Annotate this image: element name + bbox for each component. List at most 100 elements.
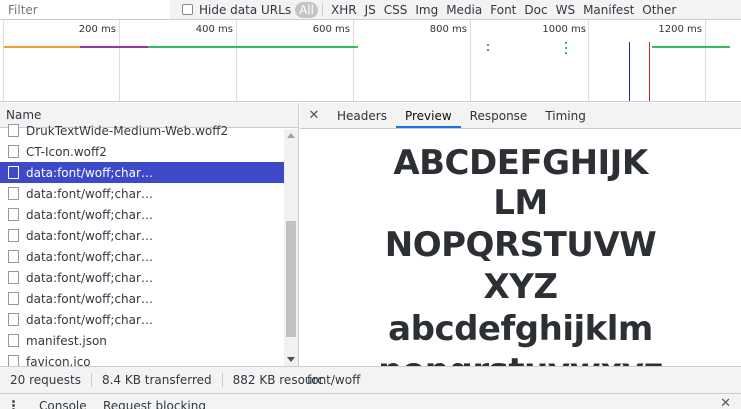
transferred-size: 8.4 KB transferred — [92, 373, 223, 387]
request-name: data:font/woff;char… — [26, 186, 153, 201]
request-row[interactable]: CT-Icon.woff2 — [0, 141, 285, 162]
type-filter-js[interactable]: JS — [361, 2, 380, 18]
request-name: DrukTextWide-Medium-Web.woff2 — [26, 123, 229, 138]
scroll-up-arrow-icon[interactable] — [287, 133, 295, 138]
file-icon — [8, 145, 19, 158]
filter-bar: Hide data URLs All XHR JS CSS Img Media … — [0, 0, 741, 20]
file-icon — [8, 292, 19, 305]
drawer-tab-request-blocking[interactable]: Request blocking — [103, 399, 206, 409]
type-filter-doc[interactable]: Doc — [520, 2, 551, 18]
timing-dot — [565, 47, 567, 49]
timing-dot — [487, 49, 489, 51]
close-icon[interactable]: ✕ — [300, 103, 328, 128]
scrollbar-thumb[interactable] — [286, 221, 296, 337]
file-icon — [8, 208, 19, 221]
request-name: data:font/woff;char… — [26, 207, 153, 222]
more-menu-icon[interactable] — [12, 400, 15, 409]
request-row[interactable]: manifest.json — [0, 330, 285, 351]
drawer: Console Request blocking ✕ — [0, 393, 741, 409]
request-name: data:font/woff;char… — [26, 228, 153, 243]
hide-data-urls-checkbox[interactable] — [182, 4, 193, 15]
request-name: data:font/woff;char… — [26, 165, 153, 180]
font-preview-line: NOPQRSTUVW — [384, 225, 657, 265]
tick-label: 400 ms — [195, 24, 233, 35]
type-filter-font[interactable]: Font — [486, 2, 520, 18]
filter-input[interactable] — [0, 0, 170, 19]
file-icon — [8, 334, 19, 347]
timing-dot — [487, 44, 489, 46]
font-preview-line: ABCDEFGHIJK — [393, 143, 648, 183]
request-row[interactable]: data:font/woff;char… — [0, 246, 285, 267]
tab-headers[interactable]: Headers — [328, 103, 396, 128]
gridline — [705, 20, 706, 101]
timing-bar-script — [80, 46, 148, 48]
gridline — [470, 20, 471, 101]
type-filter-xhr[interactable]: XHR — [327, 2, 361, 18]
separator — [321, 2, 323, 17]
font-preview-line: LM — [493, 183, 548, 223]
request-name: favicon.ico — [26, 354, 91, 367]
type-filter-ws[interactable]: WS — [552, 2, 579, 18]
scroll-down-arrow-icon[interactable] — [287, 357, 295, 362]
type-filter-css[interactable]: CSS — [380, 2, 412, 18]
file-icon — [8, 166, 19, 179]
request-name: data:font/woff;char… — [26, 270, 153, 285]
gridline — [119, 20, 120, 101]
file-icon — [8, 250, 19, 263]
request-name: data:font/woff;char… — [26, 312, 153, 327]
dom-content-loaded-line — [629, 42, 630, 101]
detail-tabbar: ✕ Headers Preview Response Timing — [300, 103, 741, 129]
drawer-tab-console[interactable]: Console — [39, 399, 87, 409]
close-drawer-icon[interactable]: ✕ — [720, 396, 731, 409]
tab-preview[interactable]: Preview — [395, 103, 461, 128]
network-overview[interactable]: 200 ms 400 ms 600 ms 800 ms 1000 ms 1200… — [0, 20, 741, 102]
file-icon — [8, 124, 19, 137]
request-row[interactable]: data:font/woff;char… — [0, 288, 285, 309]
request-row[interactable]: data:font/woff;char… — [0, 183, 285, 204]
timing-bar-download — [148, 46, 358, 48]
tick-label: 800 ms — [429, 24, 467, 35]
tick-label: 1000 ms — [542, 24, 586, 35]
type-filter-media[interactable]: Media — [442, 2, 486, 18]
type-filter-other[interactable]: Other — [638, 2, 680, 18]
request-row[interactable]: data:font/woff;char… — [0, 309, 285, 330]
request-list: Name DrukTextWide-Medium-Web.woff2 CT-Ic… — [0, 103, 299, 366]
tick-label: 1200 ms — [658, 24, 702, 35]
request-row-selected[interactable]: data:font/woff;char… — [0, 162, 285, 183]
timing-dot — [565, 52, 567, 54]
request-row[interactable]: data:font/woff;char… — [0, 204, 285, 225]
request-row[interactable]: DrukTextWide-Medium-Web.woff2 — [0, 120, 285, 141]
tick-label: 600 ms — [312, 24, 350, 35]
load-event-line — [649, 42, 650, 101]
hide-data-urls-label: Hide data URLs — [199, 2, 292, 17]
gridline — [588, 20, 589, 101]
timing-bar-download — [652, 46, 730, 48]
font-preview-line: XYZ — [483, 267, 559, 307]
file-icon — [8, 355, 19, 366]
font-preview: ABCDEFGHIJK LM NOPQRSTUVW XYZ abcdefghij… — [300, 130, 741, 366]
tab-response[interactable]: Response — [461, 103, 537, 128]
status-bar: 20 requests 8.4 KB transferred 882 KB re… — [0, 366, 741, 393]
request-list-scrollbar[interactable] — [284, 129, 298, 366]
request-row[interactable]: favicon.ico — [0, 351, 285, 366]
file-icon — [8, 229, 19, 242]
file-icon — [8, 187, 19, 200]
request-row[interactable]: data:font/woff;char… — [0, 225, 285, 246]
request-name: CT-Icon.woff2 — [26, 144, 107, 159]
request-count: 20 requests — [0, 373, 92, 387]
tab-timing[interactable]: Timing — [536, 103, 595, 128]
request-name: manifest.json — [26, 333, 107, 348]
request-name: data:font/woff;char… — [26, 291, 153, 306]
request-rows: DrukTextWide-Medium-Web.woff2 CT-Icon.wo… — [0, 120, 285, 366]
tick-label: 200 ms — [78, 24, 116, 35]
gridline — [3, 20, 4, 101]
type-filter-all[interactable]: All — [295, 1, 318, 18]
gridline — [353, 20, 354, 101]
request-row[interactable]: data:font/woff;char… — [0, 267, 285, 288]
type-filter-img[interactable]: Img — [411, 2, 442, 18]
hide-data-urls-toggle[interactable]: Hide data URLs — [182, 3, 291, 17]
font-preview-line: abcdefghijklm — [388, 309, 653, 349]
file-icon — [8, 313, 19, 326]
timing-bar-waiting — [4, 46, 80, 48]
type-filter-manifest[interactable]: Manifest — [579, 2, 638, 18]
